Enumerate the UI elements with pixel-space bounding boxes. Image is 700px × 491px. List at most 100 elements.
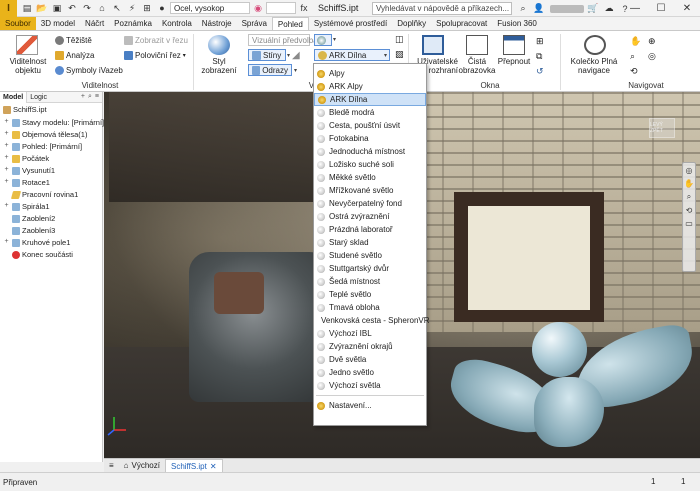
appearance-icon[interactable]: ◉ — [251, 2, 265, 15]
tree-item-origin[interactable]: + Počátek — [3, 154, 49, 163]
lighting-option-ark-alpy[interactable]: ARK Alpy — [314, 80, 426, 93]
menu-icon[interactable]: ≡ — [104, 459, 119, 472]
menu-icon[interactable]: ≡ — [95, 93, 99, 101]
search-icon[interactable]: ⌕ — [88, 93, 92, 101]
orbit-icon[interactable]: ⟲ — [630, 66, 638, 77]
tab-fusion360[interactable]: Fusion 360 — [492, 17, 542, 30]
clean-screen-icon[interactable] — [466, 35, 488, 55]
tab-environments[interactable]: Systémové prostředí — [309, 17, 392, 30]
tree-item-coil[interactable]: + Spirála1 — [3, 202, 49, 211]
tab-manage[interactable]: Správa — [237, 17, 272, 30]
search-input[interactable]: Vyhledávat v nápovědě a příkazech... — [372, 2, 512, 15]
search-icon[interactable]: ⌕ — [516, 2, 530, 15]
lighting-option-jedno-svetlo[interactable]: Jedno světlo — [314, 366, 426, 379]
ray-trace-icon[interactable]: ◫ — [395, 34, 404, 45]
expand-icon[interactable]: + — [3, 142, 10, 150]
home-tab[interactable]: ⌂ Výchozí — [119, 459, 165, 472]
lighting-option-venkovska[interactable]: Venkovská cesta - SpheronVR — [314, 314, 430, 327]
tab-file[interactable]: Soubor — [0, 17, 36, 30]
lighting-option-alpy[interactable]: Alpy — [314, 67, 426, 80]
chevron-down-icon[interactable]: ▾ — [333, 36, 336, 43]
orbit-icon[interactable]: ⟲ — [686, 206, 693, 215]
tab-annotate[interactable]: Poznámka — [109, 17, 157, 30]
switch-window-icon[interactable] — [503, 35, 525, 55]
minimize-button[interactable]: — — [622, 0, 648, 17]
lighting-option-dve-svetla[interactable]: Dvě světla — [314, 353, 426, 366]
lighting-option-jednoducha[interactable]: Jednoduchá místnost — [314, 145, 426, 158]
tab-sketch[interactable]: Náčrt — [80, 17, 109, 30]
save-icon[interactable]: ▣ — [50, 2, 64, 15]
chevron-down-icon[interactable]: ▾ — [384, 52, 387, 59]
lighting-settings-item[interactable]: Nastavení... — [314, 399, 426, 412]
open-icon[interactable]: 📂 — [35, 2, 49, 15]
tree-item-solid-bodies[interactable]: + Objemová tělesa(1) — [3, 130, 87, 139]
look-at-icon[interactable]: ▭ — [685, 219, 693, 228]
tree-item-fillet2[interactable]: Zaoblení2 — [3, 214, 55, 223]
undo-icon[interactable]: ↶ — [65, 2, 79, 15]
lighting-icon-button[interactable] — [314, 34, 332, 46]
zoom-icon[interactable]: ⌕ — [687, 192, 691, 202]
tab-tools[interactable]: Nástroje — [197, 17, 237, 30]
cart-icon[interactable]: 🛒 — [586, 2, 600, 15]
clean-screen-button[interactable]: Čistá obrazovka — [458, 57, 496, 75]
cloud-icon[interactable]: ☁ — [602, 2, 616, 15]
lighting-option-tmava[interactable]: Tmavá obloha — [314, 301, 426, 314]
shadows-button[interactable]: Stíny — [248, 49, 286, 61]
lighting-option-pouste[interactable]: Cesta, poušťní úsvit — [314, 119, 426, 132]
appearance-combo[interactable] — [266, 2, 296, 14]
lighting-option-prazdna[interactable]: Prázdná laboratoř — [314, 223, 426, 236]
material-combo[interactable]: Ocel, vysokop — [170, 2, 250, 14]
lighting-option-lozisko[interactable]: Ložisko suché soli — [314, 158, 426, 171]
expand-icon[interactable] — [3, 191, 10, 198]
expand-icon[interactable]: + — [3, 130, 10, 138]
tree-item-end-of-part[interactable]: Konec součásti — [3, 250, 73, 259]
color-fill-icon[interactable]: ▨ — [395, 49, 404, 60]
lighting-option-nevycerpatelny[interactable]: Nevyčerpatelný fond — [314, 197, 426, 210]
user-name[interactable] — [550, 4, 584, 13]
lighting-option-stary-sklad[interactable]: Starý sklad — [314, 236, 426, 249]
expand-icon[interactable]: + — [3, 154, 10, 162]
expand-icon[interactable]: + — [3, 238, 10, 246]
add-icon[interactable]: + — [81, 93, 85, 101]
expand-icon[interactable] — [3, 215, 10, 222]
lighting-option-vychozi-svetla[interactable]: Výchozí světla — [314, 379, 426, 392]
object-visibility-icon[interactable] — [16, 35, 38, 55]
select-icon[interactable]: ↖ — [110, 2, 124, 15]
viewcube[interactable]: LEVÝ ZPĚT — [649, 118, 675, 138]
lighting-option-stuttgart[interactable]: Stuttgartský dvůr — [314, 262, 426, 275]
lighting-option-ark-dilna[interactable]: ARK Dílna — [314, 93, 426, 106]
expand-icon[interactable]: + — [3, 166, 10, 174]
tree-item-extrusion[interactable]: + Vysunutí1 — [3, 166, 55, 175]
half-section-button[interactable]: Poloviční řez ▾ — [124, 51, 186, 60]
reflections-button[interactable]: Odrazy — [248, 64, 292, 76]
tab-view[interactable]: Pohled — [271, 17, 309, 30]
tree-item-fillet3[interactable]: Zaoblení3 — [3, 226, 55, 235]
parameters-icon[interactable]: fx — [297, 2, 311, 15]
tab-logic[interactable]: Logic — [27, 92, 50, 103]
tab-addins[interactable]: Doplňky — [392, 17, 431, 30]
cascade-icon[interactable]: ⧉ — [536, 51, 542, 62]
tree-item-root[interactable]: SchiffS.ipt — [3, 105, 47, 114]
expand-icon[interactable]: + — [3, 178, 10, 186]
tree-item-circular-pattern[interactable]: + Kruhové pole1 — [3, 238, 70, 247]
user-interface-icon[interactable] — [422, 35, 444, 55]
chevron-down-icon[interactable]: ▾ — [183, 52, 186, 59]
visual-preset-combo[interactable]: Vizuální předvolba — [248, 34, 318, 46]
propeller-hub[interactable] — [532, 322, 587, 377]
visual-style-icon[interactable] — [208, 35, 230, 55]
lighting-option-mekke[interactable]: Měkké světlo — [314, 171, 426, 184]
lighting-option-seda[interactable]: Šedá místnost — [314, 275, 426, 288]
object-visibility-button[interactable]: Viditelnost objektu — [4, 57, 52, 75]
lighting-option-ostra[interactable]: Ostrá zvýraznění — [314, 210, 426, 223]
tree-item-revolve[interactable]: + Rotace1 — [3, 178, 49, 187]
visual-style-button[interactable]: Styl zobrazení — [196, 57, 242, 75]
tree-item-model-states[interactable]: + Stavy modelu: [Primární] — [3, 118, 104, 127]
steering-wheel-icon[interactable]: ◎ — [686, 166, 693, 175]
home-icon[interactable]: ⌂ — [95, 2, 109, 15]
tab-model[interactable]: Model — [0, 91, 28, 103]
constraint-symbols-button[interactable]: Symboly iVazeb — [55, 66, 123, 75]
maximize-button[interactable]: ☐ — [648, 0, 674, 17]
tab-collaborate[interactable]: Spolupracovat — [431, 17, 492, 30]
zoom-all-icon[interactable]: ⊕ — [648, 36, 656, 47]
chevron-down-icon[interactable]: ▾ — [287, 52, 290, 59]
